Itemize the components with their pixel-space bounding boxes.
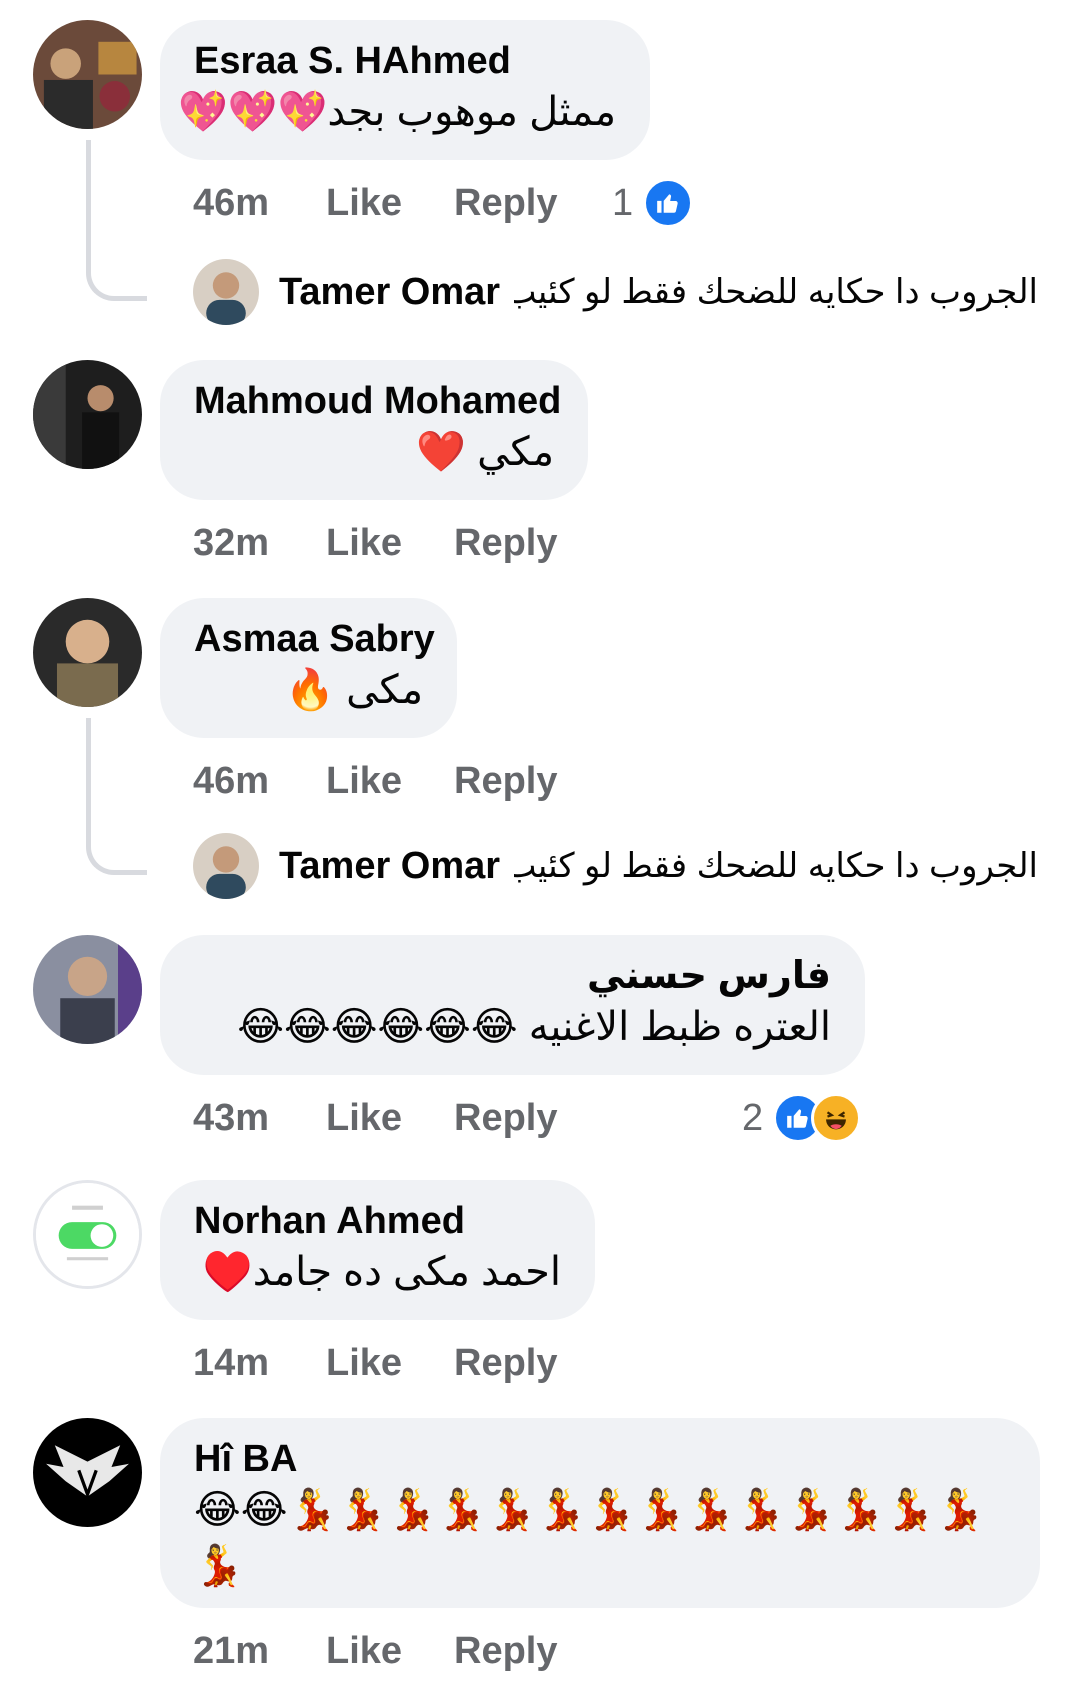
reply-button[interactable]: Reply bbox=[454, 522, 557, 565]
comment-bubble[interactable]: Hî BA 😂😂💃💃💃💃💃💃💃💃💃💃💃💃💃💃💃 bbox=[160, 1418, 1040, 1608]
commenter-name[interactable]: Asmaa Sabry bbox=[194, 616, 435, 662]
reply-text: الجروب دا حكايه للضحك فقط لو كئيب ... bbox=[514, 273, 1038, 311]
avatar[interactable] bbox=[33, 360, 142, 469]
avatar bbox=[193, 833, 259, 899]
comment-time[interactable]: 46m bbox=[193, 760, 326, 803]
like-button[interactable]: Like bbox=[326, 760, 454, 803]
reply-preview[interactable]: Tamer Omar الجروب دا حكايه للضحك فقط لو … bbox=[193, 258, 1038, 326]
reply-button[interactable]: Reply bbox=[454, 760, 557, 803]
comment-text: ممثل موهوب بجد💖💖💖 bbox=[177, 90, 616, 134]
avatar[interactable] bbox=[33, 1180, 142, 1289]
comment-actions: 46m Like Reply bbox=[193, 179, 557, 227]
reply-author-name[interactable]: Tamer Omar bbox=[279, 271, 500, 314]
comment-bubble[interactable]: Asmaa Sabry مكى 🔥 bbox=[160, 598, 457, 738]
like-button[interactable]: Like bbox=[326, 1630, 454, 1673]
reply-text: الجروب دا حكايه للضحك فقط لو كئيب ... bbox=[514, 847, 1038, 885]
reply-preview[interactable]: Tamer Omar الجروب دا حكايه للضحك فقط لو … bbox=[193, 832, 1038, 900]
commenter-name[interactable]: Hî BA bbox=[194, 1436, 1006, 1482]
commenter-name[interactable]: Esraa S. HAhmed bbox=[194, 38, 616, 84]
comment-time[interactable]: 46m bbox=[193, 182, 326, 225]
like-button[interactable]: Like bbox=[326, 182, 454, 225]
comment-text: مكي ❤️ bbox=[416, 430, 554, 474]
like-button[interactable]: Like bbox=[326, 1097, 454, 1140]
like-button[interactable]: Like bbox=[326, 522, 454, 565]
comment-actions: 14m Like Reply bbox=[193, 1339, 557, 1387]
reply-thread-line bbox=[86, 718, 147, 875]
comment-text: مكى 🔥 bbox=[285, 668, 423, 712]
avatar bbox=[193, 259, 259, 325]
haha-icon bbox=[811, 1093, 862, 1143]
comment-actions: 43m Like Reply bbox=[193, 1094, 557, 1142]
reply-thread-line bbox=[86, 140, 147, 301]
like-icon bbox=[643, 178, 694, 228]
comment-actions: 32m Like Reply bbox=[193, 519, 557, 567]
comment-bubble[interactable]: فارس حسني العتره ظبط الاغنيه 😂😂😂😂😂😂 bbox=[160, 935, 865, 1075]
like-button[interactable]: Like bbox=[326, 1342, 454, 1385]
comment-text: احمد مكى ده جامد♥️ bbox=[202, 1250, 561, 1294]
comment-actions: 46m Like Reply bbox=[193, 757, 557, 805]
reaction-summary[interactable]: 2 bbox=[742, 1093, 862, 1143]
avatar[interactable] bbox=[33, 1418, 142, 1527]
comment-text: 😂😂💃💃💃💃💃💃💃💃💃💃💃💃💃💃💃 bbox=[194, 1488, 985, 1588]
reaction-summary[interactable]: 1 bbox=[612, 178, 694, 228]
reaction-count: 1 bbox=[612, 181, 634, 224]
reply-author-name[interactable]: Tamer Omar bbox=[279, 845, 500, 888]
commenter-name[interactable]: فارس حسني bbox=[194, 953, 831, 999]
comment-actions: 21m Like Reply bbox=[193, 1627, 557, 1675]
comment-bubble[interactable]: Norhan Ahmed احمد مكى ده جامد♥️ bbox=[160, 1180, 595, 1320]
comment-time[interactable]: 43m bbox=[193, 1097, 326, 1140]
comment-text: العتره ظبط الاغنيه 😂😂😂😂😂😂 bbox=[237, 1005, 831, 1049]
reply-button[interactable]: Reply bbox=[454, 1630, 557, 1673]
comment-time[interactable]: 21m bbox=[193, 1630, 326, 1673]
avatar[interactable] bbox=[33, 598, 142, 707]
reply-button[interactable]: Reply bbox=[454, 1097, 557, 1140]
reaction-count: 2 bbox=[742, 1096, 764, 1139]
comment-time[interactable]: 14m bbox=[193, 1342, 326, 1385]
comment-bubble[interactable]: Mahmoud Mohamed مكي ❤️ bbox=[160, 360, 588, 500]
commenter-name[interactable]: Norhan Ahmed bbox=[194, 1198, 561, 1244]
comment-bubble[interactable]: Esraa S. HAhmed ممثل موهوب بجد💖💖💖 bbox=[160, 20, 650, 160]
avatar[interactable] bbox=[33, 20, 142, 129]
avatar[interactable] bbox=[33, 935, 142, 1044]
commenter-name[interactable]: Mahmoud Mohamed bbox=[194, 378, 561, 424]
reply-button[interactable]: Reply bbox=[454, 1342, 557, 1385]
comment-time[interactable]: 32m bbox=[193, 522, 326, 565]
reply-button[interactable]: Reply bbox=[454, 182, 557, 225]
